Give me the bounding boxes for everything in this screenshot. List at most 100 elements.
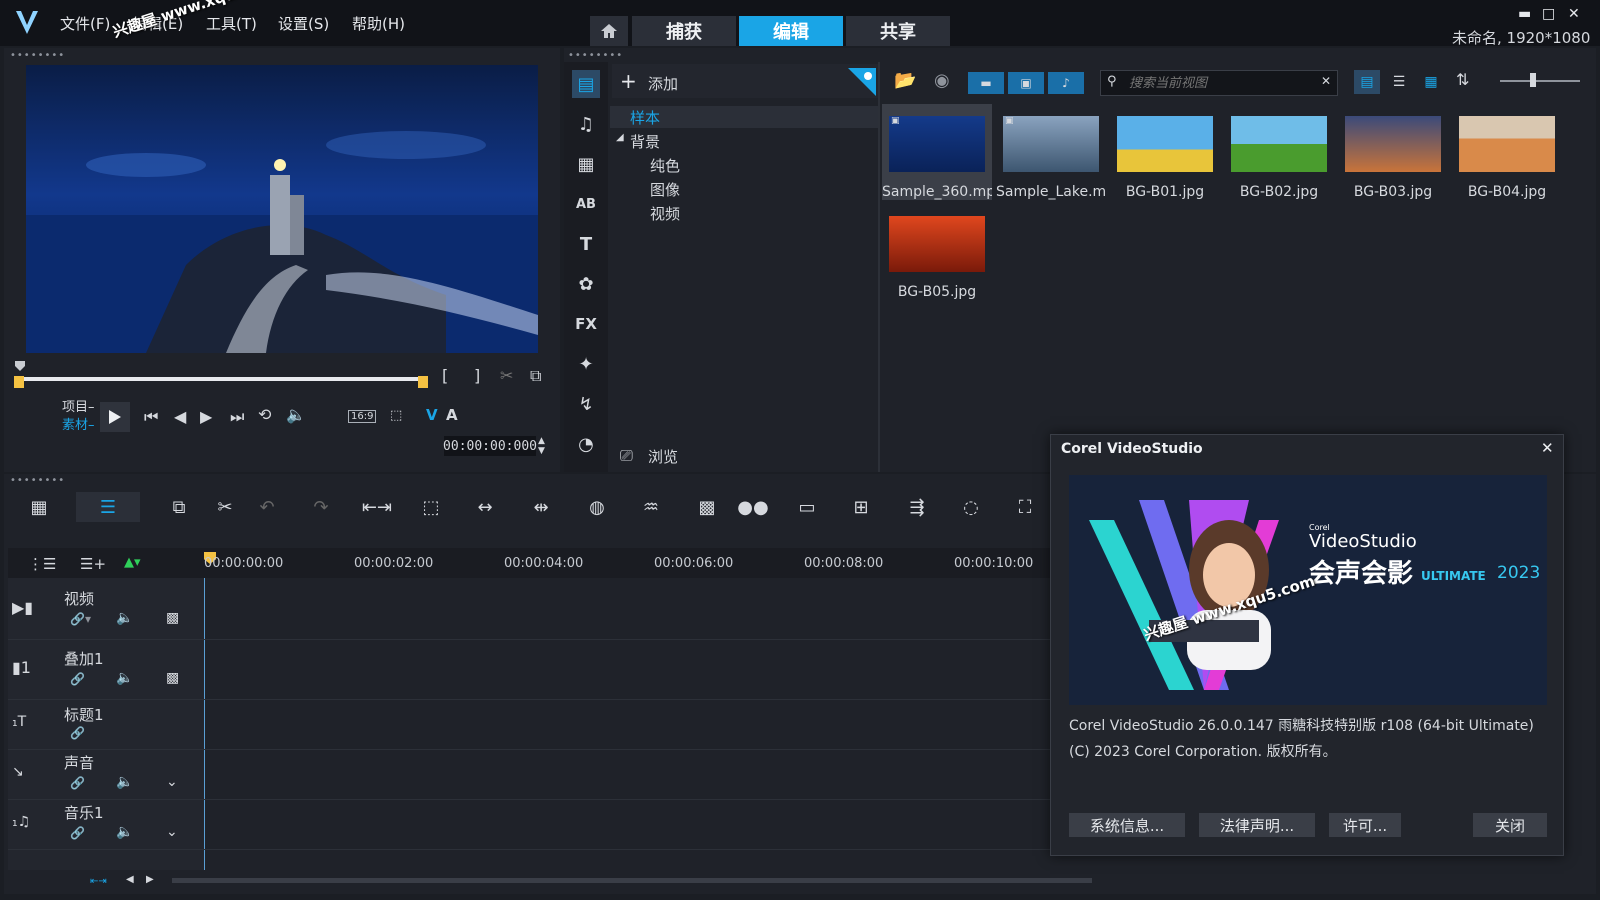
search-box[interactable]: ⚲ ✕	[1100, 70, 1338, 96]
next-frame-icon[interactable]: ▶	[200, 407, 212, 426]
go-start-icon[interactable]: ⏮	[144, 407, 158, 427]
scroll-right-icon[interactable]: ▶	[146, 874, 154, 885]
tab-capture[interactable]: 捕获	[632, 16, 736, 46]
dialog-close-icon[interactable]: ✕	[1541, 439, 1554, 457]
copy-attributes-icon[interactable]: ⧉	[164, 492, 194, 522]
path-icon[interactable]: ↯	[572, 390, 600, 418]
enlarge-preview-icon[interactable]: ⧉	[530, 366, 541, 386]
license-button[interactable]: 许可...	[1329, 813, 1401, 837]
mark-out-icon[interactable]: ]	[474, 366, 480, 385]
menu-help[interactable]: 帮助(H)	[352, 13, 405, 34]
play-button[interactable]	[100, 402, 130, 432]
motion-track-icon[interactable]: ▩	[692, 492, 722, 522]
fx-icon[interactable]: FX	[572, 310, 600, 338]
subtitle-icon[interactable]: ▭	[792, 492, 822, 522]
tree-video[interactable]: 视频	[650, 203, 680, 224]
graphics-icon[interactable]: ✿	[572, 270, 600, 298]
thumbnail-view-icon[interactable]: ▦	[1418, 70, 1444, 94]
trim-start-handle[interactable]	[14, 376, 24, 388]
trim-bar[interactable]	[18, 377, 422, 381]
split-clip-icon[interactable]: ✂	[500, 366, 513, 385]
tab-share[interactable]: 共享	[846, 16, 950, 46]
minimize-icon[interactable]: ▬	[1518, 6, 1531, 22]
tree-collapse-icon[interactable]: ◢	[616, 132, 624, 143]
track-grid-icon[interactable]: ▩	[166, 670, 179, 686]
link-icon[interactable]: 🔗	[70, 672, 85, 686]
thumb-sample-360[interactable]: ▣ Sample_360.mp4	[882, 104, 992, 200]
title-category-icon[interactable]: AB	[572, 190, 600, 218]
go-end-icon[interactable]: ⏭	[230, 407, 244, 427]
text-icon[interactable]: T	[572, 230, 600, 258]
menu-settings[interactable]: 设置(S)	[278, 13, 329, 34]
instant-project-icon[interactable]: ♫	[572, 110, 600, 138]
timecode-display[interactable]: 00:00:00:000	[443, 436, 537, 456]
aspect-ratio-button[interactable]: 16:9	[348, 410, 377, 423]
crop-tool-icon[interactable]: ⬚	[416, 492, 446, 522]
import-folder-icon[interactable]: 📂	[894, 70, 916, 91]
trim-end-handle[interactable]	[418, 376, 428, 388]
tree-samples[interactable]: 样本	[630, 107, 660, 128]
scroll-left-icon[interactable]: ◀	[126, 874, 134, 885]
add-icon[interactable]: +	[620, 69, 637, 93]
horizontal-scrollbar[interactable]	[172, 878, 1092, 883]
thumb-size-handle[interactable]	[1530, 73, 1536, 87]
zoom-fit-icon[interactable]: ⇤⇥	[90, 876, 107, 887]
time-remap-icon[interactable]: ⇶	[902, 492, 932, 522]
browse-button[interactable]: 浏览	[648, 446, 678, 467]
multicam-icon[interactable]: ⊞	[846, 492, 876, 522]
search-input[interactable]	[1129, 74, 1309, 92]
close-dialog-button[interactable]: 关闭	[1473, 813, 1547, 837]
legal-button[interactable]: 法律声明...	[1199, 813, 1315, 837]
link-icon[interactable]: 🔗	[70, 776, 85, 790]
tree-image[interactable]: 图像	[650, 179, 680, 200]
panel-grip[interactable]: ••••••••	[10, 50, 65, 61]
menu-tools[interactable]: 工具(T)	[206, 13, 257, 34]
track-volume-icon[interactable]: 🔈	[116, 824, 133, 840]
pin-icon[interactable]	[846, 66, 878, 98]
link-icon[interactable]: 🔗	[70, 726, 85, 740]
tree-solid[interactable]: 纯色	[650, 155, 680, 176]
tools-icon[interactable]: ✂	[210, 492, 240, 522]
timeline-view-icon[interactable]: ☰	[76, 492, 140, 522]
storyboard-view-icon[interactable]: ▦	[24, 492, 54, 522]
details-view-icon[interactable]: ☰	[1386, 70, 1412, 94]
mode-clip[interactable]: 素材–	[62, 414, 95, 433]
repeat-icon[interactable]: ⟲	[258, 405, 271, 424]
close-window-icon[interactable]: ✕	[1568, 6, 1580, 22]
video-track-toggle[interactable]: V	[426, 406, 438, 424]
undo-icon[interactable]: ↶	[252, 492, 282, 522]
color-grading-icon[interactable]: ◍	[582, 492, 612, 522]
home-tab[interactable]	[590, 16, 628, 46]
media-category-icon[interactable]: ▤	[572, 70, 600, 98]
show-audio-toggle[interactable]: ♪	[1048, 72, 1084, 94]
mask-icon[interactable]: ●●	[737, 492, 768, 522]
thumb-bg-b05[interactable]: BG-B05.jpg	[882, 204, 992, 300]
thumb-bg-b02[interactable]: BG-B02.jpg	[1224, 104, 1334, 200]
link-icon[interactable]: 🔗	[70, 826, 85, 840]
app-logo-icon[interactable]	[14, 8, 40, 36]
add-track-icon[interactable]: ☰+	[80, 555, 106, 573]
link-icon[interactable]: 🔗▾	[70, 612, 91, 626]
thumb-bg-b03[interactable]: BG-B03.jpg	[1338, 104, 1448, 200]
thumb-bg-b04[interactable]: BG-B04.jpg	[1452, 104, 1562, 200]
maximize-icon[interactable]: □	[1542, 6, 1555, 22]
track-expand-icon[interactable]: ⌄	[166, 824, 178, 840]
list-view-icon[interactable]: ▤	[1354, 70, 1380, 94]
system-info-button[interactable]: 系统信息...	[1069, 813, 1185, 837]
fit-icon[interactable]: ⇤⇥	[362, 492, 392, 522]
scrub-marker-icon[interactable]	[14, 360, 26, 372]
library-grip[interactable]: ••••••••	[568, 50, 623, 61]
clear-search-icon[interactable]: ✕	[1321, 74, 1331, 88]
track-grid-icon[interactable]: ▩	[166, 610, 179, 626]
magic-wand-icon[interactable]: ✦	[572, 350, 600, 378]
prev-frame-icon[interactable]: ◀	[174, 407, 186, 426]
fit-to-screen-icon[interactable]: ⛶	[1010, 492, 1040, 522]
thumb-size-slider[interactable]	[1500, 80, 1580, 82]
add-button[interactable]: 添加	[648, 73, 678, 94]
speed-gauge-icon[interactable]: ◔	[572, 430, 600, 458]
thumb-sample-lake[interactable]: ▣ Sample_Lake.m...	[996, 104, 1106, 200]
browse-icon[interactable]: ⎚	[620, 446, 633, 466]
mark-in-icon[interactable]: [	[442, 366, 448, 385]
sort-icon[interactable]: ⇅	[1456, 70, 1469, 89]
track-manager-icon[interactable]: ⋮☰	[28, 555, 56, 573]
